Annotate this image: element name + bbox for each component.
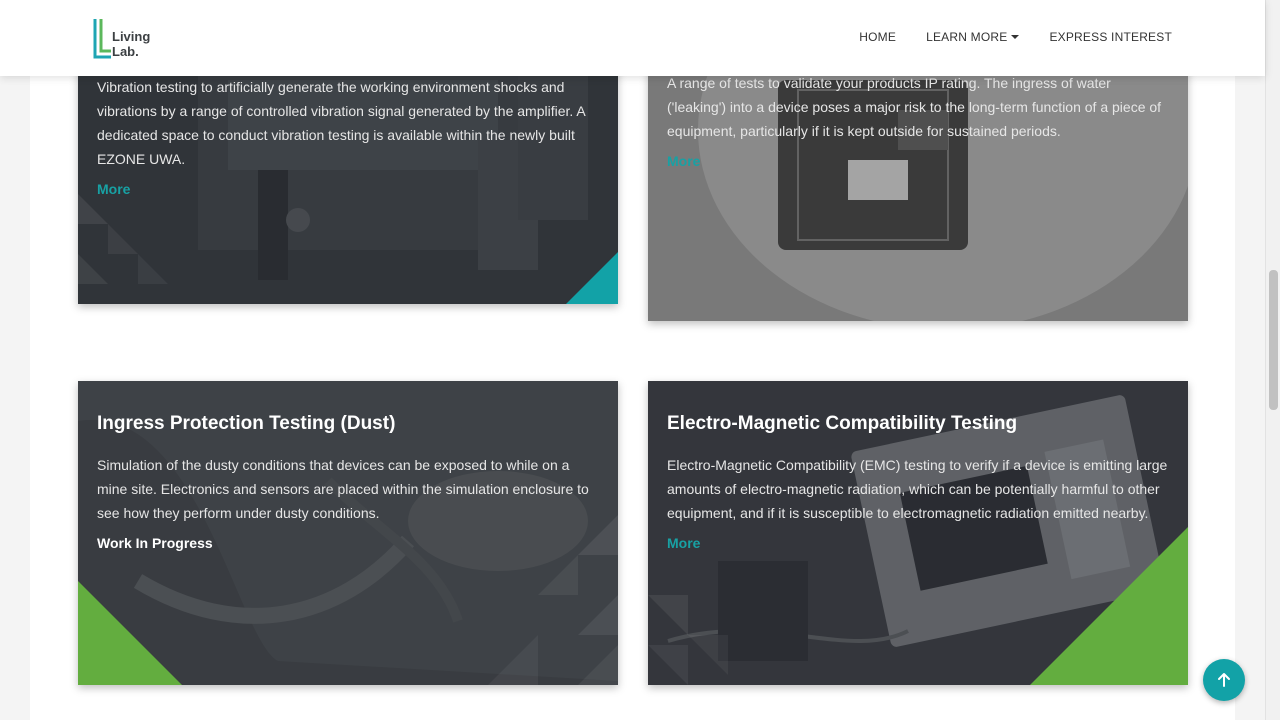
card-description: A range of tests to validate your produc… xyxy=(667,75,1162,139)
living-lab-logo[interactable]: Living Lab. xyxy=(93,17,157,61)
triangle-pattern-decoration xyxy=(78,194,168,284)
nav-links: HOME LEARN MORE EXPRESS INTEREST xyxy=(859,29,1172,45)
card-emc-testing: Electro-Magnetic Compatibility Testing E… xyxy=(648,381,1188,685)
back-to-top-button[interactable] xyxy=(1203,659,1245,701)
nav-express-interest-label: EXPRESS INTEREST xyxy=(1049,30,1172,44)
more-link[interactable]: More xyxy=(667,535,700,551)
more-link[interactable]: More xyxy=(97,181,130,197)
card-ip-dust-testing: Ingress Protection Testing (Dust) Simula… xyxy=(78,381,618,685)
logo-mark-icon xyxy=(93,19,111,59)
nav-home[interactable]: HOME xyxy=(859,29,896,45)
logo-text-line1: Living xyxy=(112,29,151,44)
logo-text-line2: Lab. xyxy=(112,44,139,59)
arrow-up-icon xyxy=(1218,673,1230,687)
nav-learn-more-dropdown[interactable]: LEARN MORE xyxy=(926,29,1020,45)
card-description: Vibration testing to artificially genera… xyxy=(97,79,585,167)
work-in-progress-label: Work In Progress xyxy=(97,535,213,551)
teal-corner-accent xyxy=(566,252,618,304)
top-navbar: Living Lab. HOME LEARN MORE EXPRESS INTE… xyxy=(0,0,1265,76)
green-corner-accent xyxy=(78,581,182,685)
card-description: Electro-Magnetic Compatibility (EMC) tes… xyxy=(667,457,1168,521)
card-title: Ingress Protection Testing (Dust) xyxy=(97,413,396,434)
card-description: Simulation of the dusty conditions that … xyxy=(97,457,589,521)
nav-express-interest[interactable]: EXPRESS INTEREST xyxy=(1049,29,1172,45)
scrollbar-thumb[interactable] xyxy=(1269,270,1278,410)
caret-down-icon xyxy=(1011,35,1020,39)
nav-learn-more-label: LEARN MORE xyxy=(926,30,1008,44)
triangle-pattern-decoration xyxy=(648,595,728,685)
nav-home-label: HOME xyxy=(859,30,897,44)
page-scrollbar[interactable] xyxy=(1265,0,1280,720)
more-link[interactable]: More xyxy=(667,153,700,169)
card-title: Electro-Magnetic Compatibility Testing xyxy=(667,413,1018,434)
logo-text: Living Lab. xyxy=(112,29,150,59)
